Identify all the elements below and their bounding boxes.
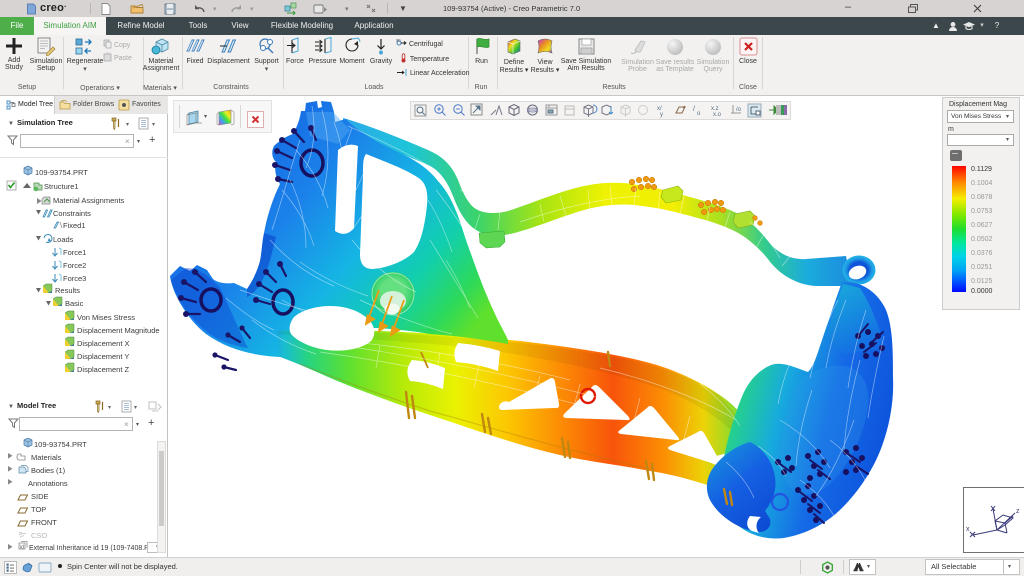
svg-text:Annotations: Annotations: [28, 479, 68, 488]
svg-text:Constraints: Constraints: [53, 209, 91, 218]
svg-text:o: o: [697, 111, 701, 117]
svg-text:x: x: [966, 526, 970, 533]
svg-text:Displacement Y: Displacement Y: [77, 352, 129, 361]
svg-text:CSO: CSO: [31, 531, 47, 540]
svg-text:Basic: Basic: [65, 299, 84, 308]
svg-text:FRONT: FRONT: [31, 518, 57, 527]
svg-text:Structure1: Structure1: [44, 182, 79, 191]
svg-text:Displacement Z: Displacement Z: [77, 365, 130, 374]
svg-text:External Inheritance id 19 (10: External Inheritance id 19 (109-7408.PRT…: [29, 545, 158, 552]
svg-text:Von Mises Stress: Von Mises Stress: [77, 313, 135, 322]
svg-text:90: 90: [396, 38, 401, 43]
svg-text:Loads: Loads: [53, 235, 74, 244]
svg-text:Materials: Materials: [31, 453, 62, 462]
svg-text:y: y: [660, 112, 663, 118]
svg-text:Material Assignments: Material Assignments: [53, 196, 125, 205]
svg-text:Force3: Force3: [63, 274, 86, 283]
svg-text:TOP: TOP: [31, 505, 46, 514]
svg-text:Displacement Magnitude: Displacement Magnitude: [77, 326, 160, 335]
svg-text:Displacement X: Displacement X: [77, 339, 130, 348]
svg-text:Bodies (1): Bodies (1): [31, 466, 66, 475]
svg-text:Results: Results: [55, 286, 80, 295]
svg-text:id: id: [20, 545, 24, 551]
svg-text:x.o: x.o: [713, 112, 722, 118]
svg-text:z: z: [1016, 508, 1020, 515]
svg-text:SIDE: SIDE: [31, 492, 49, 501]
svg-text:/o: /o: [736, 107, 742, 113]
svg-text:Fixed1: Fixed1: [63, 221, 86, 230]
svg-text:Force1: Force1: [63, 248, 86, 257]
svg-text:/: /: [693, 106, 695, 113]
svg-text:109-93754.PRT: 109-93754.PRT: [34, 440, 87, 449]
svg-text:Force2: Force2: [63, 261, 86, 270]
svg-text:109-93754.PRT: 109-93754.PRT: [35, 168, 88, 177]
